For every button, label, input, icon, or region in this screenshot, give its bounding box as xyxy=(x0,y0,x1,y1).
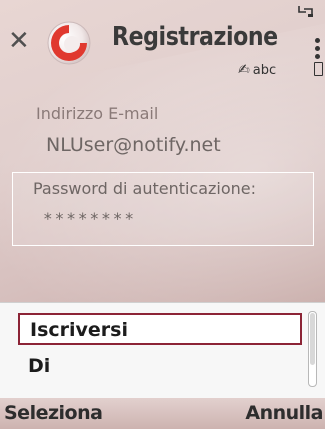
pen-icon: ✍ xyxy=(238,62,250,78)
password-label: Password di autenticazione: xyxy=(33,179,257,198)
title-bar: ✕ Registrazione ✍ abc xyxy=(0,0,325,92)
menu-item-di[interactable]: Di xyxy=(18,351,302,383)
email-field[interactable]: NLUser@notify.net xyxy=(46,134,221,156)
close-icon[interactable]: ✕ xyxy=(8,28,30,54)
softkey-bar: Seleziona Annulla xyxy=(0,398,325,429)
password-value: ******** xyxy=(43,209,137,228)
left-softkey-button[interactable]: Seleziona xyxy=(4,402,103,424)
scrollbar-thumb[interactable] xyxy=(310,313,315,365)
menu-item-iscriversi[interactable]: Iscriversi xyxy=(18,313,302,345)
battery-icon xyxy=(314,62,323,76)
window-title: Registrazione xyxy=(112,22,278,52)
options-menu: Iscriversi Di xyxy=(0,302,325,399)
menu-scrollbar[interactable] xyxy=(308,311,317,387)
right-softkey-button[interactable]: Annulla xyxy=(245,402,323,424)
password-field[interactable]: Password di autenticazione: ******** xyxy=(12,172,314,246)
phone-screen: ✕ Registrazione ✍ abc Indirizzo E-mail N… xyxy=(0,0,325,429)
app-logo-icon xyxy=(47,21,91,65)
options-dots-icon[interactable] xyxy=(315,38,321,62)
input-mode-label: abc xyxy=(252,63,277,78)
email-label: Indirizzo E-mail xyxy=(36,104,159,123)
input-mode-indicator: ✍ abc xyxy=(238,62,276,78)
connection-icon xyxy=(298,6,313,17)
